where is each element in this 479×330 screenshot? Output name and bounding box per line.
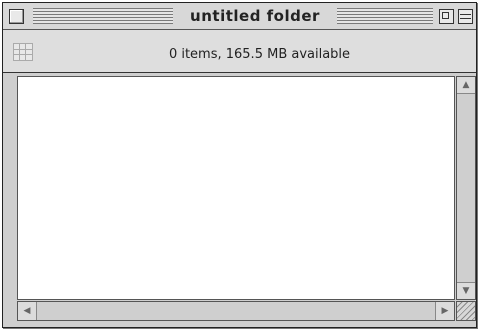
finder-window: untitled folder 0 items, 165.5 MB availa… — [2, 2, 477, 328]
collapse-box-icon[interactable] — [458, 9, 473, 24]
resize-grow-icon[interactable] — [456, 301, 476, 321]
scroll-right-arrow-icon[interactable]: ▶ — [435, 302, 454, 320]
horizontal-scrollbar[interactable]: ◀ ▶ — [17, 301, 455, 321]
folder-status-text: 0 items, 165.5 MB available — [168, 47, 351, 62]
folder-info-header: 0 items, 165.5 MB available — [3, 30, 476, 73]
vertical-scrollbar[interactable]: ▲ ▼ — [456, 76, 476, 300]
close-box-icon[interactable] — [9, 9, 24, 24]
title-bar[interactable]: untitled folder — [3, 3, 476, 30]
icon-view-grid-icon — [13, 43, 33, 61]
folder-content-area[interactable] — [17, 76, 455, 300]
title-stripes-left — [33, 8, 173, 24]
scroll-down-arrow-icon[interactable]: ▼ — [457, 282, 475, 299]
zoom-box-icon[interactable] — [439, 9, 454, 24]
scroll-left-arrow-icon[interactable]: ◀ — [18, 302, 37, 320]
window-title: untitled folder — [190, 7, 320, 25]
scroll-up-arrow-icon[interactable]: ▲ — [457, 77, 475, 94]
title-stripes-right — [337, 8, 433, 24]
